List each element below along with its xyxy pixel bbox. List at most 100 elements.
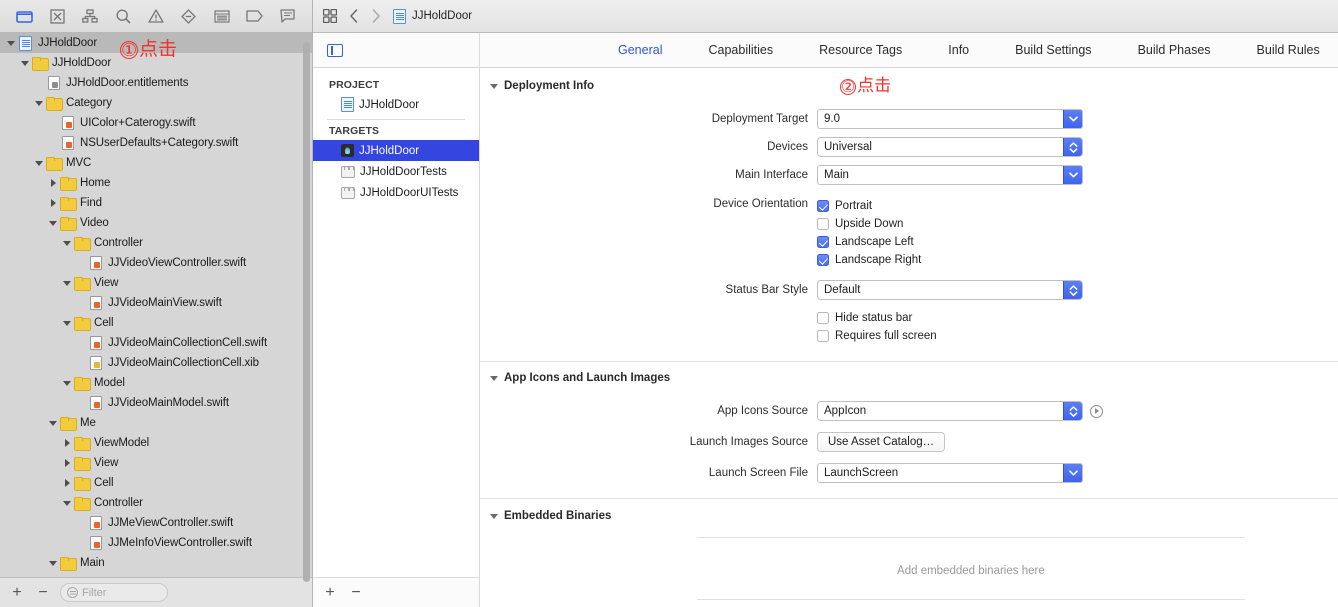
use-asset-catalog-button[interactable]: Use Asset Catalog… (817, 432, 946, 452)
tree-row[interactable]: JJVideoMainView.swift (0, 293, 312, 313)
tree-row[interactable]: JJHoldDoor (0, 53, 312, 73)
source-control-icon[interactable] (41, 3, 74, 29)
stepper-chevrons-icon[interactable] (1063, 402, 1082, 420)
chevron-down-icon[interactable] (1063, 110, 1082, 128)
tree-row[interactable]: JJHoldDoor.entitlements (0, 73, 312, 93)
tree-row[interactable]: JJHoldDoor (0, 33, 312, 53)
report-icon[interactable] (271, 3, 304, 29)
tree-row[interactable]: Main (0, 553, 312, 573)
remove-file-button[interactable]: − (34, 584, 52, 602)
tree-row[interactable]: Model (0, 373, 312, 393)
deployment-info-section-header[interactable]: Deployment Info (480, 68, 1338, 92)
chevron-down-icon[interactable] (1063, 166, 1082, 184)
disclosure-triangle-icon[interactable] (61, 493, 73, 513)
disclosure-triangle-icon[interactable] (490, 513, 498, 519)
tree-row[interactable]: Me (0, 413, 312, 433)
tab-capabilities[interactable]: Capabilities (685, 33, 796, 68)
main-interface-combo[interactable]: Main (817, 165, 1083, 185)
tree-row[interactable]: Find (0, 193, 312, 213)
orientation-option-row[interactable]: Landscape Left (817, 233, 921, 250)
tab-info[interactable]: Info (925, 33, 992, 68)
target-item[interactable]: JJHoldDoorUITests (313, 182, 479, 203)
checkbox[interactable] (817, 199, 829, 212)
breadcrumb[interactable]: JJHoldDoor (393, 8, 472, 24)
checkbox[interactable] (817, 329, 829, 342)
tree-row[interactable]: Controller (0, 493, 312, 513)
tree-row[interactable]: ViewModel (0, 433, 312, 453)
orientation-option-row[interactable]: Portrait (817, 197, 921, 214)
embedded-binaries-section-header[interactable]: Embedded Binaries (480, 499, 1338, 522)
tab-general[interactable]: General (595, 33, 685, 68)
tab-resource-tags[interactable]: Resource Tags (796, 33, 925, 68)
goto-asset-catalog-icon[interactable] (1090, 404, 1103, 418)
disclosure-triangle-icon[interactable] (61, 573, 73, 577)
chevron-left-icon[interactable] (349, 9, 359, 23)
extra-option-row[interactable]: Requires full screen (817, 327, 937, 344)
navigator-scrollbar[interactable] (303, 42, 310, 587)
disclosure-triangle-icon[interactable] (61, 313, 73, 333)
tree-row[interactable]: View (0, 273, 312, 293)
disclosure-triangle-icon[interactable] (47, 213, 59, 233)
disclosure-triangle-icon[interactable] (47, 553, 59, 573)
launch-screen-file-combo[interactable]: LaunchScreen (817, 463, 1083, 483)
tree-row[interactable]: JJMeInfoViewController.swift (0, 533, 312, 553)
warning-icon[interactable] (140, 3, 173, 29)
checkbox[interactable] (817, 217, 829, 230)
tree-row[interactable]: MVC (0, 153, 312, 173)
orientation-option-row[interactable]: Landscape Right (817, 251, 921, 268)
disclosure-triangle-icon[interactable] (33, 93, 45, 113)
test-icon[interactable] (172, 3, 205, 29)
disclosure-triangle-icon[interactable] (61, 433, 73, 453)
tree-row[interactable]: Cell (0, 473, 312, 493)
hierarchy-icon[interactable] (74, 3, 107, 29)
tree-row[interactable]: View (0, 453, 312, 473)
file-tree[interactable]: JJHoldDoor JJHoldDoor JJHoldDoor.entitleme… (0, 33, 312, 577)
target-item[interactable]: JJHoldDoorTests (313, 161, 479, 182)
folder-icon[interactable] (8, 3, 41, 29)
targets-list[interactable]: JJHoldDoor JJHoldDoorTests JJHoldDoorUITes… (313, 140, 479, 203)
tab-build-settings[interactable]: Build Settings (992, 33, 1114, 68)
disclosure-triangle-icon[interactable] (19, 53, 31, 73)
orientation-option-row[interactable]: Upside Down (817, 215, 921, 232)
app-icons-section-header[interactable]: App Icons and Launch Images (480, 362, 1338, 384)
panel-toggle-container[interactable] (313, 32, 480, 68)
tree-row[interactable]: NSUserDefaults+Category.swift (0, 133, 312, 153)
disclosure-triangle-icon[interactable] (33, 153, 45, 173)
disclosure-triangle-icon[interactable] (61, 473, 73, 493)
tree-row[interactable]: Cell (0, 313, 312, 333)
checkbox[interactable] (817, 253, 829, 266)
project-item[interactable]: JJHoldDoor (313, 94, 479, 115)
tabs-container[interactable]: General Capabilities Resource Tags Info Buil… (480, 33, 1338, 68)
disclosure-triangle-icon[interactable] (61, 453, 73, 473)
add-target-button[interactable]: + (321, 584, 339, 602)
disclosure-triangle-icon[interactable] (47, 173, 59, 193)
chevron-right-icon[interactable] (371, 9, 381, 23)
tree-row[interactable]: JJVideoViewController.swift (0, 253, 312, 273)
extra-option-row[interactable]: Hide status bar (817, 309, 937, 326)
disclosure-triangle-icon[interactable] (61, 233, 73, 253)
project-list[interactable]: JJHoldDoor (313, 94, 479, 115)
disclosure-triangle-icon[interactable] (490, 83, 498, 89)
checkbox[interactable] (817, 235, 829, 248)
device-orientation-checkboxes[interactable]: Portrait Upside Down Landscape Left Landsca… (817, 197, 921, 269)
status-bar-style-select[interactable]: Default (817, 280, 1083, 300)
stepper-chevrons-icon[interactable] (1063, 138, 1082, 156)
add-file-button[interactable]: + (8, 584, 26, 602)
disclosure-triangle-icon[interactable] (61, 373, 73, 393)
disclosure-triangle-icon[interactable] (5, 33, 17, 53)
target-item[interactable]: JJHoldDoor (313, 140, 479, 161)
disclosure-triangle-icon[interactable] (47, 413, 59, 433)
app-icons-source-select[interactable]: AppIcon (817, 401, 1083, 421)
remove-target-button[interactable]: − (347, 584, 365, 602)
disclosure-triangle-icon[interactable] (47, 193, 59, 213)
extra-options-checkboxes[interactable]: Hide status bar Requires full screen (817, 309, 937, 345)
tree-row[interactable]: JJVideoMainCollectionCell.swift (0, 333, 312, 353)
scrollbar-thumb[interactable] (303, 42, 310, 582)
tree-row[interactable]: UIColor+Caterogy.swift (0, 113, 312, 133)
tree-row[interactable]: JJVideoMainModel.swift (0, 393, 312, 413)
tree-row[interactable]: JJVideoMainCollectionCell.xib (0, 353, 312, 373)
grid-icon[interactable] (323, 9, 337, 23)
debug-icon[interactable] (205, 3, 238, 29)
tree-row[interactable]: Home (0, 173, 312, 193)
devices-select[interactable]: Universal (817, 137, 1083, 157)
